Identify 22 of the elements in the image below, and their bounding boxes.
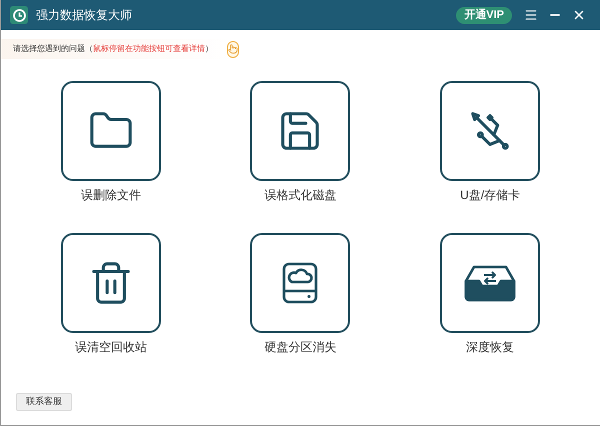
- function-label: 深度恢复: [466, 339, 514, 355]
- function-label: 误清空回收站: [74, 339, 147, 355]
- function-label: 误格式化磁盘: [264, 187, 336, 203]
- hint-text: 鼠标停留在功能按钮可查看详情: [93, 43, 205, 55]
- close-paren-text: ）: [205, 43, 213, 55]
- prompt-text: 请选择您遇到的问题（: [13, 43, 93, 55]
- function-button[interactable]: [440, 233, 540, 333]
- function-button[interactable]: [250, 81, 350, 181]
- function-label: 硬盘分区消失: [264, 339, 336, 355]
- function-button[interactable]: [60, 233, 161, 333]
- support-button[interactable]: 联系客服: [16, 392, 72, 411]
- function-button[interactable]: [250, 233, 350, 333]
- function-button[interactable]: [60, 81, 161, 181]
- vip-button[interactable]: 开通VIP: [456, 6, 512, 24]
- function-label: 误删除文件: [80, 187, 141, 203]
- function-label: U盘/存储卡: [460, 187, 520, 203]
- close-icon[interactable]: [572, 8, 586, 22]
- window-title: 强力数据恢复大师: [36, 7, 132, 24]
- menu-icon[interactable]: [524, 8, 538, 22]
- hand-pointer-icon: [228, 44, 238, 54]
- app-logo-icon: [10, 6, 28, 24]
- function-button[interactable]: [440, 81, 540, 181]
